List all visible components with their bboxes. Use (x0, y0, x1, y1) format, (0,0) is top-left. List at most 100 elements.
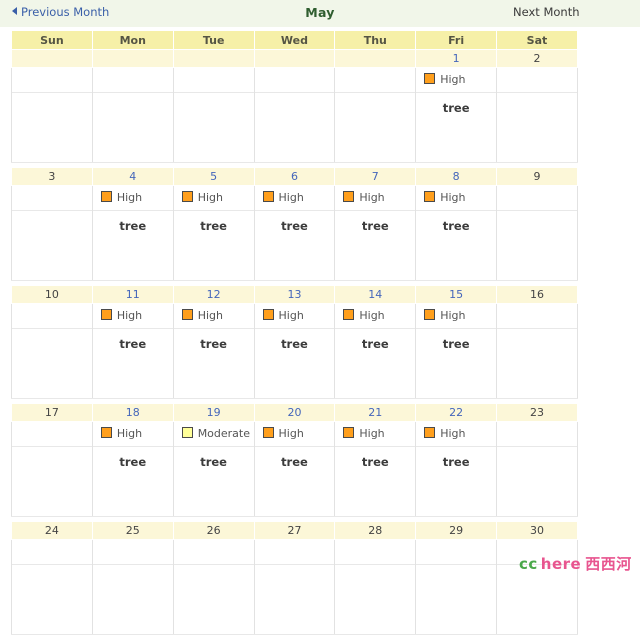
day-number-link[interactable]: 14 (368, 288, 382, 301)
day-content-cell (11, 539, 93, 635)
next-month-link[interactable]: Next Month (513, 5, 580, 19)
day-number-text: 16 (529, 288, 544, 301)
day-number-cell[interactable]: 6 (253, 167, 336, 186)
pollen-level-label: High (440, 73, 466, 86)
day-number-link[interactable]: 22 (449, 406, 463, 419)
day-number-link[interactable]: 12 (207, 288, 221, 301)
pollen-level-row (92, 68, 173, 93)
day-number-cell[interactable]: 5 (172, 167, 255, 186)
day-content-cell (253, 67, 336, 163)
pollen-level-row: High (416, 68, 497, 93)
day-content-cell: High tree (91, 185, 174, 281)
calendar-table: Sun Mon Tue Wed Thu Fri Sat 1 2 High tree 3 4 5 6 7 8 9 H… (11, 31, 578, 635)
day-number-cell[interactable]: 7 (334, 167, 417, 186)
pollen-level-label: High (278, 309, 304, 322)
watermark: cc here 西西河 (519, 553, 632, 574)
day-number-cell[interactable]: 13 (253, 285, 336, 304)
week-content-row: High tree High tree High tree High tree High tree (11, 303, 578, 399)
day-number-link[interactable]: 19 (207, 406, 221, 419)
pollen-level-swatch-icon (424, 191, 436, 202)
day-number-text: 10 (44, 288, 59, 301)
pollen-level-label: High (197, 191, 223, 204)
day-number-link[interactable]: 5 (210, 170, 217, 183)
day-number-link[interactable]: 18 (126, 406, 140, 419)
day-number-cell: 26 (172, 521, 255, 540)
pollen-level-label: High (116, 191, 143, 204)
day-number-cell[interactable]: 14 (334, 285, 417, 304)
pollen-level-row (12, 68, 92, 93)
pollen-type-label: tree (281, 337, 308, 351)
weekday-header-mon: Mon (91, 31, 174, 50)
day-number-cell (172, 49, 255, 68)
day-number-link[interactable]: 11 (126, 288, 140, 301)
pollen-level-row (497, 68, 577, 93)
pollen-type-label: tree (281, 219, 308, 233)
day-number-cell: 2 (496, 49, 578, 68)
day-number-cell[interactable]: 21 (334, 403, 417, 422)
pollen-level-row (173, 68, 254, 93)
day-number-text: 3 (48, 170, 56, 183)
pollen-level-swatch-icon (100, 309, 112, 320)
pollen-level-swatch-icon (424, 309, 436, 320)
pollen-level-row (12, 186, 92, 211)
weekday-header-wed: Wed (253, 31, 336, 50)
pollen-type-label (174, 93, 254, 121)
day-number-cell[interactable]: 20 (253, 403, 336, 422)
pollen-type-label: tree (281, 455, 308, 469)
day-number-link[interactable]: 7 (372, 170, 379, 183)
day-number-link[interactable]: 8 (453, 170, 460, 183)
day-number-cell[interactable]: 8 (415, 167, 498, 186)
day-number-cell: 28 (334, 521, 417, 540)
pollen-level-row: High (335, 304, 416, 329)
pollen-level-row (254, 540, 335, 565)
day-content-cell: High tree (415, 185, 498, 281)
pollen-level-row (92, 540, 173, 565)
day-number-link[interactable]: 21 (368, 406, 382, 419)
weekday-header-sat: Sat (496, 31, 578, 50)
pollen-level-swatch-icon (262, 309, 274, 320)
day-number-text: 23 (529, 406, 544, 419)
day-number-cell[interactable]: 1 (415, 49, 498, 68)
pollen-type-label: tree (442, 219, 470, 233)
day-number-link[interactable]: 15 (449, 288, 463, 301)
day-content-cell: High tree (415, 67, 498, 163)
day-number-cell[interactable]: 18 (91, 403, 174, 422)
week-content-row: High tree Moderate tree High tree High tree High… (11, 421, 578, 517)
weekday-header-thu: Thu (334, 31, 417, 50)
pollen-level-label: Moderate (197, 427, 251, 440)
week-number-row: 17 18 19 20 21 22 23 (11, 403, 578, 422)
day-number-cell[interactable]: 22 (415, 403, 498, 422)
pollen-level-row (416, 540, 497, 565)
week-content-row: High tree High tree High tree High tree High tree (11, 185, 578, 281)
day-number-link[interactable]: 20 (287, 406, 301, 419)
pollen-level-row: High (92, 186, 173, 211)
day-number-cell[interactable]: 11 (91, 285, 174, 304)
pollen-level-swatch-icon (343, 427, 355, 438)
pollen-type-label (93, 93, 173, 121)
day-content-cell (11, 303, 93, 399)
day-number-cell: 3 (11, 167, 93, 186)
day-number-link[interactable]: 13 (287, 288, 301, 301)
day-number-link[interactable]: 1 (453, 52, 460, 65)
day-number-cell: 30 (496, 521, 578, 540)
pollen-level-row (497, 422, 577, 447)
day-number-cell[interactable]: 19 (172, 403, 255, 422)
pollen-type-label: tree (361, 337, 389, 351)
day-number-link[interactable]: 4 (129, 170, 136, 183)
pollen-level-row: High (416, 422, 497, 447)
day-content-cell (253, 539, 336, 635)
day-number-text: 25 (125, 524, 140, 537)
day-content-cell (172, 67, 255, 163)
pollen-level-label: High (359, 191, 385, 204)
day-content-cell (334, 539, 417, 635)
day-content-cell: High tree (172, 303, 255, 399)
day-number-cell: 9 (496, 167, 578, 186)
day-number-text: 17 (44, 406, 59, 419)
day-number-cell[interactable]: 12 (172, 285, 255, 304)
day-number-text: 28 (368, 524, 383, 537)
day-number-cell[interactable]: 4 (91, 167, 174, 186)
pollen-type-label (497, 447, 577, 475)
pollen-level-swatch-icon (100, 427, 112, 438)
day-number-cell[interactable]: 15 (415, 285, 498, 304)
day-number-link[interactable]: 6 (291, 170, 298, 183)
